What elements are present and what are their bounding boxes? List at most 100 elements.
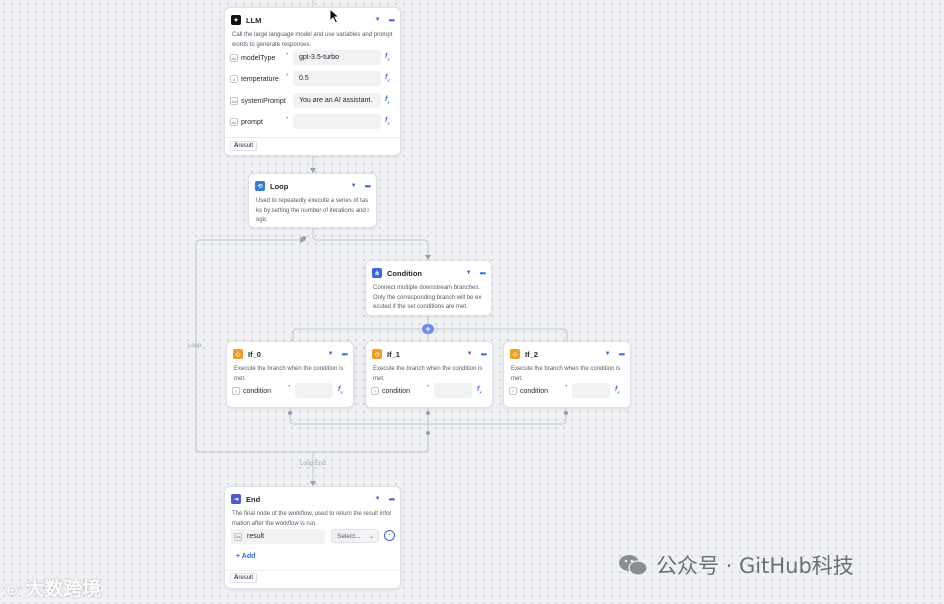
connection-port[interactable] xyxy=(288,411,292,415)
systemprompt-field[interactable]: You are an AI assistant. xyxy=(293,93,381,108)
condition-node-description: Connect multiple downstream branches. On… xyxy=(373,285,482,310)
end-node-description: The final node of the workflow, used to … xyxy=(232,511,392,527)
more-options-icon[interactable]: ••• xyxy=(389,495,395,504)
output-tag: Aresult xyxy=(230,573,258,583)
loop-node-description: Used to repeatedly execute a series of t… xyxy=(256,198,369,223)
connection-port[interactable] xyxy=(302,236,306,240)
result-name-field[interactable]: Aa result xyxy=(231,529,325,544)
more-options-icon[interactable]: ••• xyxy=(389,16,395,25)
abc-icon: Aa xyxy=(230,97,238,105)
chevron-down-icon[interactable]: ▼ xyxy=(375,496,381,502)
temperature-field[interactable]: 0.5 xyxy=(293,71,381,86)
output-tag: Aresult xyxy=(230,141,258,151)
chevron-down-icon: ⌄ xyxy=(368,534,374,540)
param-name: systemPrompt xyxy=(241,97,286,105)
branch-node-if2[interactable]: ◇ If_2 ▼ ••• Execute the branch when the… xyxy=(503,341,631,408)
abc-icon: Aa xyxy=(234,532,242,541)
chevron-down-icon[interactable]: ▼ xyxy=(467,351,473,357)
chevron-down-icon[interactable]: ▼ xyxy=(351,183,357,189)
watermark-badge-icon: ⊕ xyxy=(6,581,19,599)
branch-node-if0[interactable]: ◇ If_0 ▼ ••• Execute the branch when the… xyxy=(226,341,354,408)
watermark-logo-left: ⊕ 大数跨境 xyxy=(6,578,102,600)
result-value-select[interactable]: Select... ⌄ xyxy=(331,529,379,543)
more-options-icon[interactable]: ••• xyxy=(619,350,625,359)
required-marker: * xyxy=(427,385,430,391)
required-marker: * xyxy=(286,53,289,59)
prompt-field[interactable] xyxy=(293,114,381,129)
condition-field[interactable] xyxy=(572,383,610,398)
param-name: condition xyxy=(520,387,549,395)
param-name: modelType xyxy=(241,54,276,62)
remove-param-icon[interactable]: − xyxy=(384,530,395,541)
param-row-condition: ? condition xyxy=(232,383,271,399)
add-branch-button[interactable]: + xyxy=(422,324,434,334)
required-marker: * xyxy=(288,385,291,391)
loop-end-wire-label: Loop End xyxy=(300,461,326,467)
condition-field[interactable] xyxy=(295,383,333,398)
required-marker: * xyxy=(286,74,289,80)
variable-fx-icon[interactable]: fx xyxy=(385,74,390,82)
end-node[interactable]: ⇥ End ▼ ••• The final node of the workfl… xyxy=(224,486,401,589)
condition-node-title: Condition xyxy=(387,268,422,278)
param-name: temperature xyxy=(241,75,279,83)
loop-wire-label: Loop xyxy=(188,343,202,349)
number-icon: # xyxy=(230,75,238,83)
branch-node-description: Execute the branch when the condition is… xyxy=(373,366,483,382)
branch-node-description: Execute the branch when the condition is… xyxy=(511,366,621,382)
divider xyxy=(225,137,400,138)
connection-port[interactable] xyxy=(564,411,568,415)
divider xyxy=(225,570,400,571)
llm-node-description: Call the large language model and use va… xyxy=(232,32,393,48)
required-marker: * xyxy=(286,117,289,123)
end-icon: ⇥ xyxy=(231,494,241,504)
param-name: condition xyxy=(382,387,411,395)
wechat-icon xyxy=(619,555,648,576)
more-options-icon[interactable]: ••• xyxy=(365,182,371,191)
required-marker: * xyxy=(565,385,568,391)
branch-node-title: If_1 xyxy=(387,349,400,359)
branch-node-title: If_0 xyxy=(248,349,261,359)
connection-port[interactable] xyxy=(426,411,430,415)
loop-icon: ⟲ xyxy=(255,181,265,191)
more-options-icon[interactable]: ••• xyxy=(342,350,348,359)
chevron-down-icon[interactable]: ▼ xyxy=(328,351,334,357)
abc-icon: Aa xyxy=(230,54,238,62)
connection-port[interactable] xyxy=(426,431,430,435)
branch-node-if1[interactable]: ◇ If_1 ▼ ••• Execute the branch when the… xyxy=(365,341,493,408)
branch-icon: ◇ xyxy=(233,349,243,359)
condition-field[interactable] xyxy=(434,383,472,398)
loop-node-title: Loop xyxy=(270,181,289,191)
modeltype-field[interactable]: gpt-3.5-turbo xyxy=(293,50,381,65)
branch-node-description: Execute the branch when the condition is… xyxy=(234,366,344,382)
variable-fx-icon[interactable]: fx xyxy=(385,53,390,61)
check-icon: ? xyxy=(232,387,240,395)
chevron-down-icon[interactable]: ▼ xyxy=(605,351,611,357)
param-name: prompt xyxy=(241,118,263,126)
chevron-down-icon[interactable]: ▼ xyxy=(375,17,381,23)
variable-fx-icon[interactable]: fx xyxy=(338,386,343,394)
check-icon: ? xyxy=(509,387,517,395)
mouse-cursor-icon xyxy=(329,8,341,24)
variable-fx-icon[interactable]: fx xyxy=(477,386,482,394)
variable-fx-icon[interactable]: fx xyxy=(385,117,390,125)
branch-icon: ◇ xyxy=(372,349,382,359)
llm-node[interactable]: ✦ LLM ▼ ••• Call the large language mode… xyxy=(224,7,401,156)
more-options-icon[interactable]: ••• xyxy=(480,269,486,278)
watermark-right: 公众号 · GitHub科技 xyxy=(618,550,854,580)
condition-icon: ⋔ xyxy=(372,268,382,278)
llm-node-title: LLM xyxy=(246,15,262,25)
condition-node[interactable]: ⋔ Condition ▼ ••• Connect multiple downs… xyxy=(365,260,492,316)
end-node-title: End xyxy=(246,494,261,504)
param-row-condition: ? condition xyxy=(371,383,410,399)
llm-icon: ✦ xyxy=(231,15,241,25)
variable-fx-icon[interactable]: fx xyxy=(615,386,620,394)
variable-fx-icon[interactable]: fx xyxy=(385,96,390,104)
param-name: condition xyxy=(243,387,272,395)
branch-icon: ◇ xyxy=(510,349,520,359)
check-icon: ? xyxy=(371,387,379,395)
loop-node[interactable]: ⟲ Loop ▼ ••• Used to repeatedly execute … xyxy=(248,173,377,228)
add-param-button[interactable]: + Add xyxy=(236,553,255,560)
chevron-down-icon[interactable]: ▼ xyxy=(466,270,472,276)
branch-node-title: If_2 xyxy=(525,349,538,359)
more-options-icon[interactable]: ••• xyxy=(481,350,487,359)
